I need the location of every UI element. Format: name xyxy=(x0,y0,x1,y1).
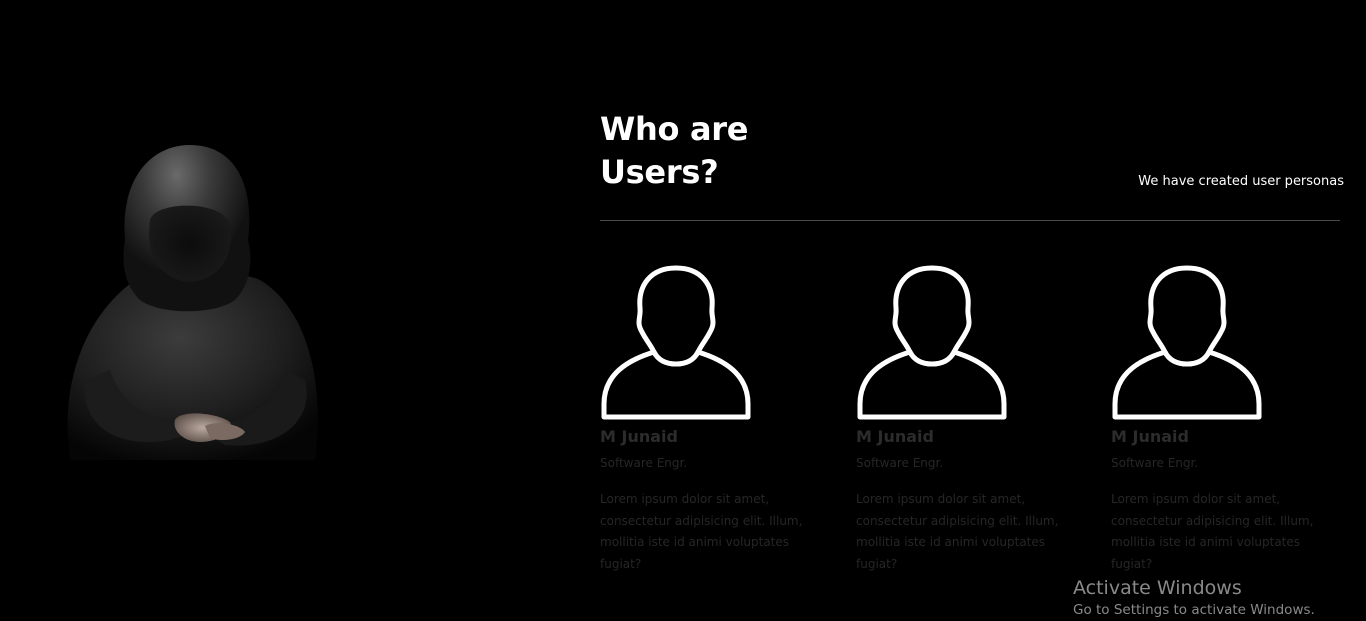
activate-windows-watermark: Activate Windows Go to Settings to activ… xyxy=(1073,576,1315,620)
section-title: Who are Users? xyxy=(600,110,749,191)
persona-card: M Junaid Software Engr. Lorem ipsum dolo… xyxy=(1111,262,1336,575)
section-subtitle: We have created user personas xyxy=(1138,174,1344,189)
page: Who are Users? We have created user pers… xyxy=(0,0,1366,621)
persona-role: Software Engr. xyxy=(1111,456,1199,470)
user-icon xyxy=(601,265,751,420)
user-icon xyxy=(1112,265,1262,420)
persona-role: Software Engr. xyxy=(600,456,688,470)
divider xyxy=(600,220,1340,221)
persona-name: M Junaid xyxy=(1111,427,1189,446)
persona-card: M Junaid Software Engr. Lorem ipsum dolo… xyxy=(856,262,1081,575)
watermark-subtitle: Go to Settings to activate Windows. xyxy=(1073,602,1315,618)
hooded-figure-image xyxy=(40,130,350,490)
persona-description: Lorem ipsum dolor sit amet, consectetur … xyxy=(600,492,803,571)
persona-card: M Junaid Software Engr. Lorem ipsum dolo… xyxy=(600,262,825,575)
persona-name: M Junaid xyxy=(856,427,934,446)
persona-description: Lorem ipsum dolor sit amet, consectetur … xyxy=(1111,492,1314,571)
watermark-title: Activate Windows xyxy=(1073,577,1242,599)
user-icon xyxy=(857,265,1007,420)
persona-role: Software Engr. xyxy=(856,456,944,470)
persona-name: M Junaid xyxy=(600,427,678,446)
persona-description: Lorem ipsum dolor sit amet, consectetur … xyxy=(856,492,1059,571)
